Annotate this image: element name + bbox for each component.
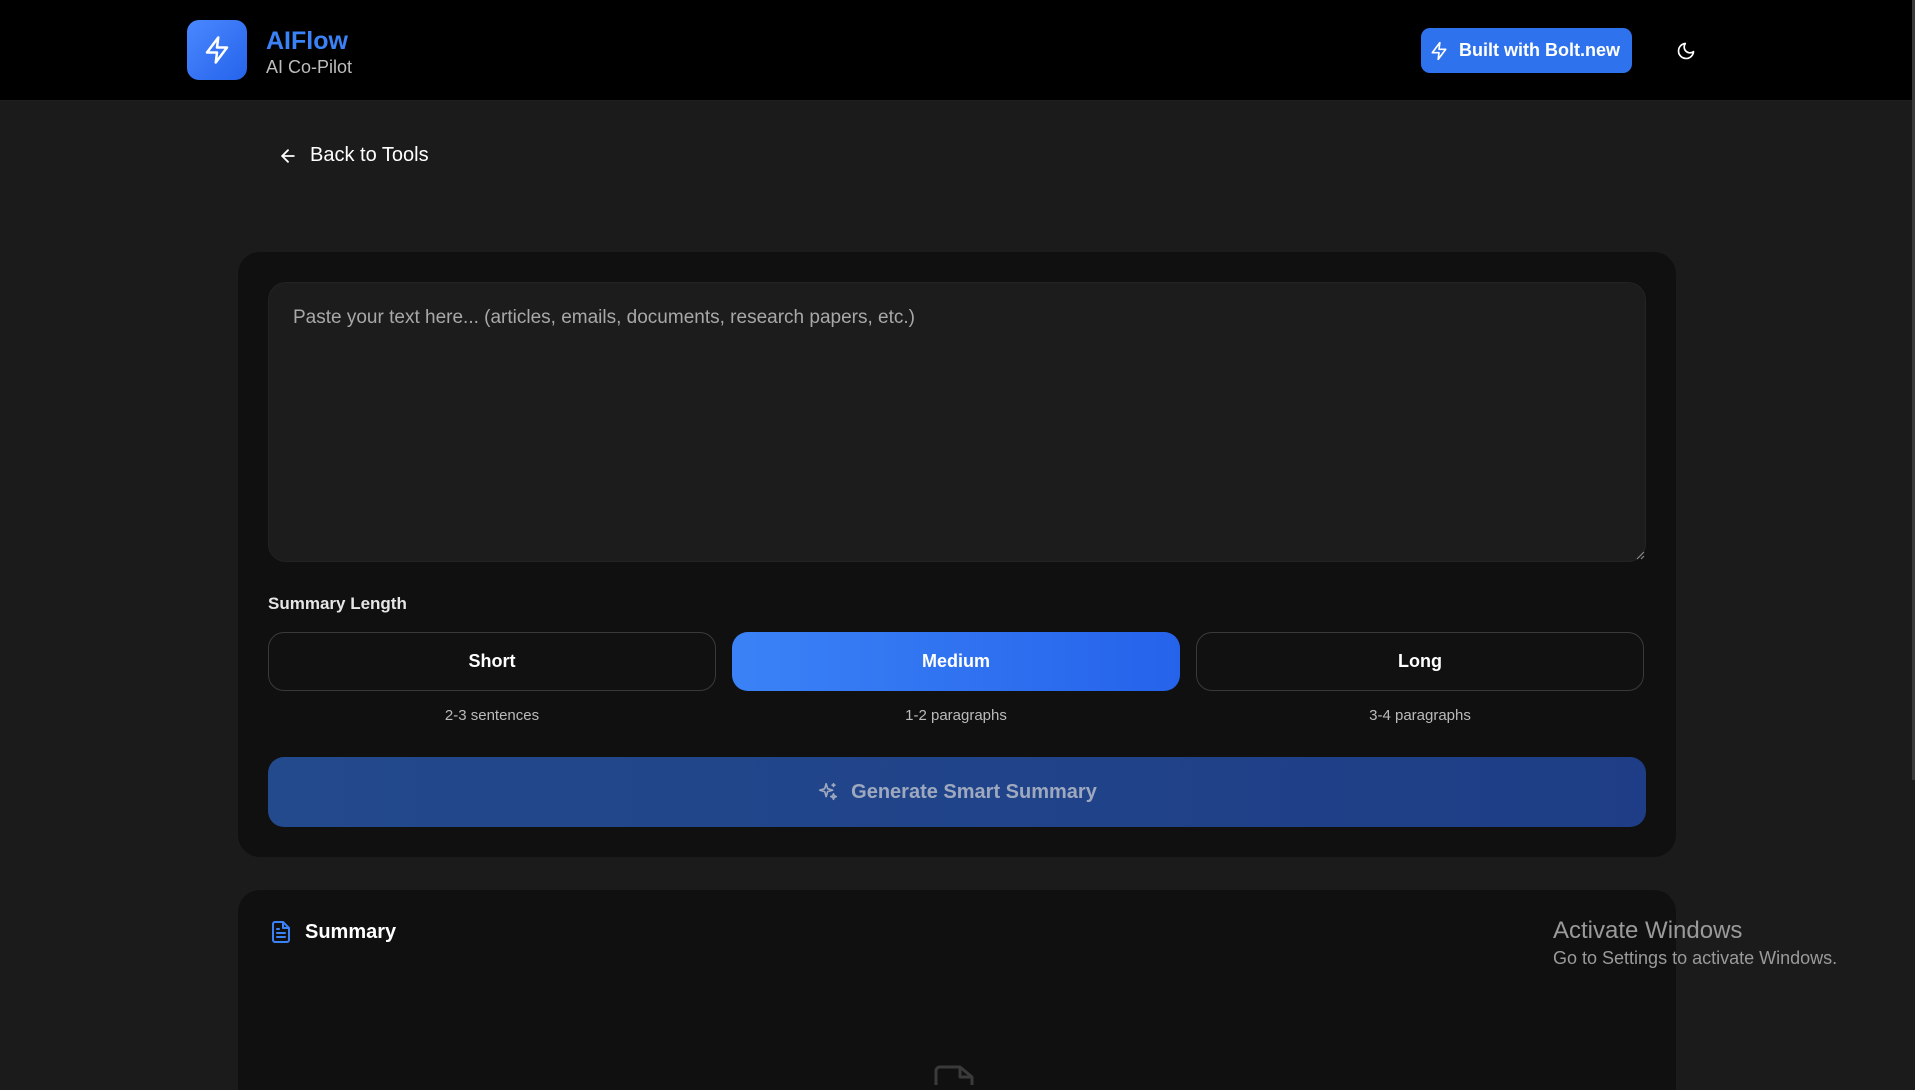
summary-heading: Summary [269, 920, 396, 944]
activate-windows-subtitle: Go to Settings to activate Windows. [1553, 948, 1838, 968]
document-icon [272, 921, 290, 943]
length-option-medium[interactable]: Medium [732, 632, 1180, 691]
summary-card [238, 890, 1676, 1090]
brand-title: AIFlow [266, 27, 348, 55]
moon-icon [1677, 42, 1695, 60]
length-option-desc: 2-3 sentences [444, 707, 540, 724]
back-to-tools-link[interactable]: Back to Tools [278, 144, 429, 167]
windows-activation-watermark: Activate Windows Go to Settings to activ… [1553, 916, 1837, 970]
sparkles-icon [819, 782, 838, 801]
arrow-left-icon [281, 148, 295, 163]
generate-summary-button[interactable]: Generate Smart Summary [268, 757, 1646, 827]
summary-length-label: Summary Length [268, 594, 407, 613]
theme-toggle-button[interactable] [1671, 36, 1701, 66]
length-option-short[interactable]: Short [268, 632, 716, 691]
length-option-desc: 3-4 paragraphs [1369, 707, 1471, 724]
length-option-label: Medium [921, 651, 990, 671]
resize-grip-icon[interactable] [1635, 550, 1645, 560]
text-input[interactable] [268, 282, 1646, 562]
bolt-icon [1431, 41, 1447, 60]
bolt-icon [205, 36, 229, 64]
app-logo[interactable] [187, 20, 247, 80]
built-with-bolt-button[interactable]: Built with Bolt.new [1421, 28, 1632, 73]
activate-windows-title: Activate Windows [1553, 917, 1743, 944]
top-navbar: AIFlow AI Co-Pilot Built with Bolt.new [0, 0, 1915, 101]
brand-subtitle: AI Co-Pilot [266, 57, 353, 77]
back-to-tools-label: Back to Tools [310, 144, 429, 166]
length-option-long[interactable]: Long [1196, 632, 1644, 691]
length-option-label: Short [468, 651, 516, 671]
length-option-label: Long [1398, 651, 1442, 671]
empty-document-icon [934, 1065, 974, 1085]
generate-summary-label: Generate Smart Summary [851, 780, 1097, 803]
length-option-desc: 1-2 paragraphs [905, 707, 1007, 724]
summary-title: Summary [305, 920, 397, 943]
built-with-bolt-label: Built with Bolt.new [1459, 40, 1620, 60]
